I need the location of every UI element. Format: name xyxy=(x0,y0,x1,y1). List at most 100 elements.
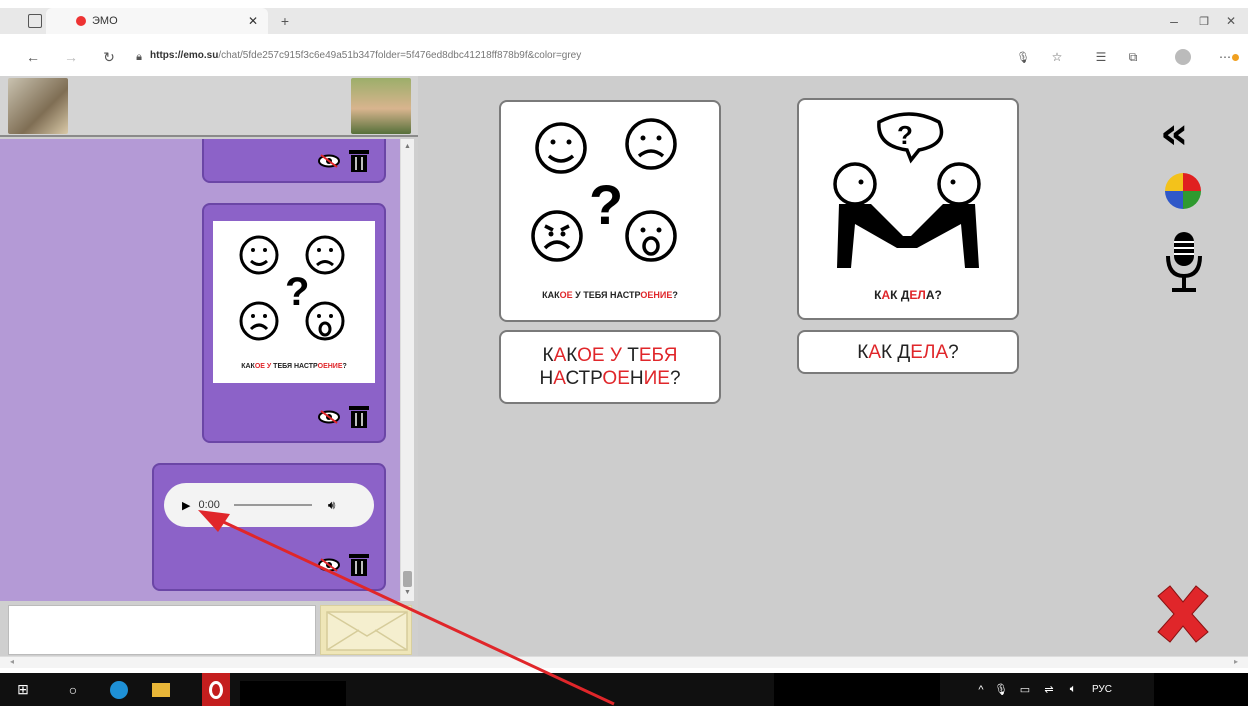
scroll-left-icon[interactable]: ◂ xyxy=(10,657,14,666)
profile-icon[interactable] xyxy=(1174,48,1192,66)
file-explorer-icon[interactable] xyxy=(146,673,176,706)
window-menu-icon[interactable] xyxy=(28,14,42,28)
caption-segment: ОЕНИЕ xyxy=(640,290,673,300)
message-actions xyxy=(318,405,370,429)
scroll-up-icon[interactable]: ▲ xyxy=(404,143,411,150)
page-horizontal-scrollbar[interactable]: ◂ ▸ xyxy=(0,656,1248,668)
caption-segment: Н xyxy=(539,368,554,389)
caption-segment: ? xyxy=(672,290,678,300)
caption-segment: ТЕБЯ xyxy=(583,290,610,300)
caption-segment: ? xyxy=(342,363,347,370)
page-content: ? КАКОЕ У ТЕБЯ НАСТРОЕНИЕ? ▶ 0:00 🔊︎ ▲ ▼… xyxy=(0,76,1248,656)
caption-segment: Т xyxy=(627,345,639,366)
video-strip xyxy=(0,76,418,137)
caption-segment: ОЕ xyxy=(602,368,630,389)
caption-segment: КАК xyxy=(542,290,560,300)
tray-mic-icon[interactable]: 🎙︎ xyxy=(994,673,1008,706)
caption-segment: ? xyxy=(948,342,959,363)
minimize-icon[interactable]: – xyxy=(1165,12,1183,30)
new-tab-icon[interactable]: + xyxy=(276,12,294,30)
close-icon[interactable] xyxy=(1150,584,1216,644)
caption-segment: А xyxy=(935,342,949,363)
search-icon[interactable]: ○ xyxy=(58,673,88,706)
caption-segment: Д xyxy=(897,342,911,363)
caption-segment: Н xyxy=(629,368,644,389)
mood-faces-icon: ? xyxy=(531,118,677,262)
back-icon[interactable]: ← xyxy=(24,48,42,66)
mood-faces-icon: ? xyxy=(239,235,345,341)
how-are-you-card[interactable]: ? КАК ДЕЛА? xyxy=(797,98,1019,320)
favorites-icon[interactable]: ☰ xyxy=(1092,48,1110,66)
caption-segment: К xyxy=(881,342,898,363)
tray-up-icon[interactable]: ^ xyxy=(974,673,988,706)
windows-start-icon[interactable]: ⊞ xyxy=(8,673,38,706)
label-line: КАК ДЕЛА? xyxy=(799,342,1017,364)
card-caption: КАК ДЕЛА? xyxy=(799,288,1017,302)
url-field[interactable]: https://emo.su/chat/5fde257c915f3c6e49a5… xyxy=(150,50,581,61)
tab-strip: ЭМО ✕ + – ❐ ✕ xyxy=(0,8,1248,34)
mood-label-button[interactable]: КАКОЕ У ТЕБЯ НАСТРОЕНИЕ? xyxy=(499,330,721,404)
card-caption: КАКОЕ У ТЕБЯ НАСТРОЕНИЕ? xyxy=(213,363,375,370)
avatar-partner[interactable] xyxy=(351,78,411,134)
trash-icon[interactable] xyxy=(348,405,370,429)
card-caption: КАКОЕ У ТЕБЯ НАСТРОЕНИЕ? xyxy=(501,290,719,300)
edge-icon[interactable] xyxy=(104,673,134,706)
mic-permission-icon[interactable]: 🎙︎ xyxy=(1014,48,1032,66)
caption-segment: К xyxy=(857,342,869,363)
svg-text:?: ? xyxy=(589,173,623,236)
tray-network-icon[interactable]: ⇌ xyxy=(1040,673,1058,706)
hide-eye-icon[interactable] xyxy=(318,154,340,168)
tab-title: ЭМО xyxy=(92,15,118,27)
tray-battery-icon[interactable]: ▭ xyxy=(1016,673,1034,706)
trash-icon[interactable] xyxy=(348,149,370,173)
taskbar: ⊞ ○ ^ 🎙︎ ▭ ⇌ 🔈︎ РУС xyxy=(0,673,1248,706)
caption-segment: К xyxy=(542,345,554,366)
avatar-user[interactable] xyxy=(8,78,68,134)
caption-segment: ЕЛ xyxy=(910,342,936,363)
taskbar-blank-area xyxy=(774,673,940,706)
caption-segment: ТЕБЯ xyxy=(273,363,294,370)
clock-area[interactable] xyxy=(1154,673,1248,706)
hide-eye-icon[interactable] xyxy=(318,410,340,424)
caption-segment: НАСТР xyxy=(293,363,318,370)
caption-segment: ? xyxy=(669,368,681,389)
collapse-icon[interactable]: « xyxy=(1160,112,1188,156)
svg-text:?: ? xyxy=(285,270,309,314)
caption-segment: А xyxy=(881,288,891,302)
tab-favicon-icon xyxy=(76,16,86,26)
message-actions xyxy=(318,149,370,173)
tray-volume-icon[interactable]: 🔈︎ xyxy=(1064,673,1082,706)
caption-segment: ОЕНИЕ xyxy=(317,363,343,370)
language-indicator[interactable]: РУС xyxy=(1088,673,1116,706)
settings-more-icon[interactable]: ⋯ xyxy=(1218,48,1240,66)
scroll-right-icon[interactable]: ▸ xyxy=(1234,657,1238,666)
message-bubble: ? КАКОЕ У ТЕБЯ НАСТРОЕНИЕ? xyxy=(202,203,386,443)
add-favorite-icon[interactable]: ☆ xyxy=(1048,48,1066,66)
forward-icon[interactable]: → xyxy=(62,48,80,66)
browser-tab[interactable]: ЭМО ✕ xyxy=(46,8,268,34)
caption-segment: ЕЛ xyxy=(909,288,926,302)
lock-icon[interactable]: 🔒︎ xyxy=(132,48,146,66)
caption-segment: У xyxy=(572,290,584,300)
svg-text:?: ? xyxy=(897,120,913,150)
microphone-icon[interactable] xyxy=(1164,230,1204,294)
how-are-you-label-button[interactable]: КАК ДЕЛА? xyxy=(797,330,1019,374)
caption-segment: КАК xyxy=(241,363,255,370)
color-wheel-icon[interactable] xyxy=(1164,172,1202,210)
mood-card[interactable]: ? КАКОЕ У ТЕБЯ НАСТРОЕНИЕ? xyxy=(499,100,721,322)
caption-segment: ЕБЯ xyxy=(638,345,678,366)
caption-segment: А xyxy=(925,288,935,302)
caption-segment: ? xyxy=(934,288,942,302)
reload-icon[interactable]: ↻ xyxy=(100,48,118,66)
handshake-icon: ? xyxy=(833,112,981,268)
close-tab-icon[interactable]: ✕ xyxy=(248,14,258,28)
caption-segment: К xyxy=(890,288,901,302)
url-path: /chat/5fde257c915f3c6e49a51b347folder=5f… xyxy=(218,50,582,61)
restore-icon[interactable]: ❐ xyxy=(1195,12,1213,30)
mood-card-image[interactable]: ? КАКОЕ У ТЕБЯ НАСТРОЕНИЕ? xyxy=(213,221,375,383)
window-close-icon[interactable]: ✕ xyxy=(1222,12,1240,30)
caption-segment: ОЕ xyxy=(559,290,573,300)
label-line: КАКОЕ У ТЕБЯ xyxy=(501,344,719,367)
collections-icon[interactable]: ⧉ xyxy=(1124,48,1142,66)
caption-segment: А xyxy=(553,368,566,389)
